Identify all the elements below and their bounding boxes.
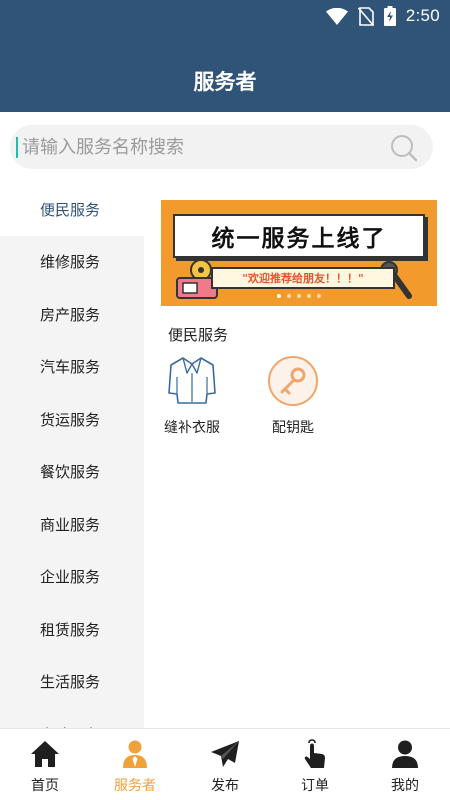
category-sidebar[interactable]: 便民服务 维修服务 房产服务 汽车服务 货运服务 餐饮服务 商业服务 企业服务 … bbox=[0, 183, 144, 728]
nav-item-mine[interactable]: 我的 bbox=[360, 729, 450, 800]
paper-plane-icon bbox=[211, 741, 239, 767]
category-item-catering[interactable]: 餐饮服务 bbox=[0, 446, 144, 499]
carousel-dot[interactable] bbox=[307, 294, 311, 298]
key-icon bbox=[268, 356, 318, 406]
carousel-dot[interactable] bbox=[277, 294, 281, 298]
carousel-indicator bbox=[161, 294, 437, 298]
search-bar[interactable] bbox=[10, 125, 433, 169]
page-title: 服务者 bbox=[193, 70, 257, 94]
bottom-nav: 首页 服务者 发布 订单 我的 bbox=[0, 728, 450, 800]
home-icon bbox=[31, 741, 59, 767]
nav-label: 我的 bbox=[391, 778, 419, 794]
service-item-label: 配钥匙 bbox=[272, 420, 314, 436]
banner-subtitle: "欢迎推荐给朋友！！！" bbox=[242, 272, 364, 285]
user-icon bbox=[392, 740, 418, 768]
carousel-dot[interactable] bbox=[297, 294, 301, 298]
tap-hand-icon bbox=[304, 739, 325, 768]
nav-label: 服务者 bbox=[114, 778, 156, 794]
wifi-icon bbox=[325, 7, 348, 25]
category-item-enterprise[interactable]: 企业服务 bbox=[0, 551, 144, 604]
category-item-car[interactable]: 汽车服务 bbox=[0, 341, 144, 394]
category-item-life[interactable]: 生活服务 bbox=[0, 656, 144, 709]
app-header: 2:50 服务者 bbox=[0, 0, 450, 112]
service-content: 统一服务上线了 "欢迎推荐给朋友！！！" 便民服务 缝补衣服 配钥匙 bbox=[144, 183, 450, 728]
battery-charging-icon bbox=[383, 6, 396, 26]
nav-label: 首页 bbox=[31, 778, 59, 794]
category-item-repair[interactable]: 维修服务 bbox=[0, 236, 144, 289]
service-item-mend-clothes[interactable]: 缝补衣服 bbox=[160, 355, 224, 437]
nav-label: 订单 bbox=[301, 778, 329, 794]
search-input[interactable] bbox=[22, 133, 382, 161]
banner-subtitle-box: "欢迎推荐给朋友！！！" bbox=[211, 267, 395, 289]
service-person-icon bbox=[123, 740, 147, 768]
category-item-housekeeping[interactable]: 家政服务 bbox=[0, 708, 144, 728]
carousel-dot[interactable] bbox=[317, 294, 321, 298]
service-item-label: 缝补衣服 bbox=[164, 420, 220, 436]
category-item-convenience[interactable]: 便民服务 bbox=[0, 183, 144, 236]
text-cursor bbox=[16, 137, 18, 158]
category-item-business[interactable]: 商业服务 bbox=[0, 498, 144, 551]
banner-headline-box: 统一服务上线了 bbox=[173, 214, 425, 258]
promo-banner[interactable]: 统一服务上线了 "欢迎推荐给朋友！！！" bbox=[161, 200, 437, 306]
shirt-icon bbox=[168, 357, 216, 404]
nav-item-publish[interactable]: 发布 bbox=[180, 729, 270, 800]
nav-item-orders[interactable]: 订单 bbox=[270, 729, 360, 800]
search-icon[interactable] bbox=[390, 134, 418, 162]
banner-title: 统一服务上线了 bbox=[211, 226, 387, 252]
nav-label: 发布 bbox=[211, 778, 239, 794]
status-time: 2:50 bbox=[405, 6, 440, 25]
carousel-dot[interactable] bbox=[287, 294, 291, 298]
category-item-rental[interactable]: 租赁服务 bbox=[0, 603, 144, 656]
status-bar: 2:50 bbox=[325, 5, 440, 27]
service-item-key-copy[interactable]: 配钥匙 bbox=[261, 355, 325, 437]
nav-item-home[interactable]: 首页 bbox=[0, 729, 90, 800]
category-item-freight[interactable]: 货运服务 bbox=[0, 393, 144, 446]
app-screen: 2:50 服务者 便民服务 维修服务 房产服务 汽车服务 货运服务 餐饮服务 商… bbox=[0, 0, 450, 800]
category-item-real-estate[interactable]: 房产服务 bbox=[0, 288, 144, 341]
nav-item-service-provider[interactable]: 服务者 bbox=[90, 729, 180, 800]
section-title: 便民服务 bbox=[168, 326, 229, 344]
no-sim-icon bbox=[357, 6, 374, 26]
